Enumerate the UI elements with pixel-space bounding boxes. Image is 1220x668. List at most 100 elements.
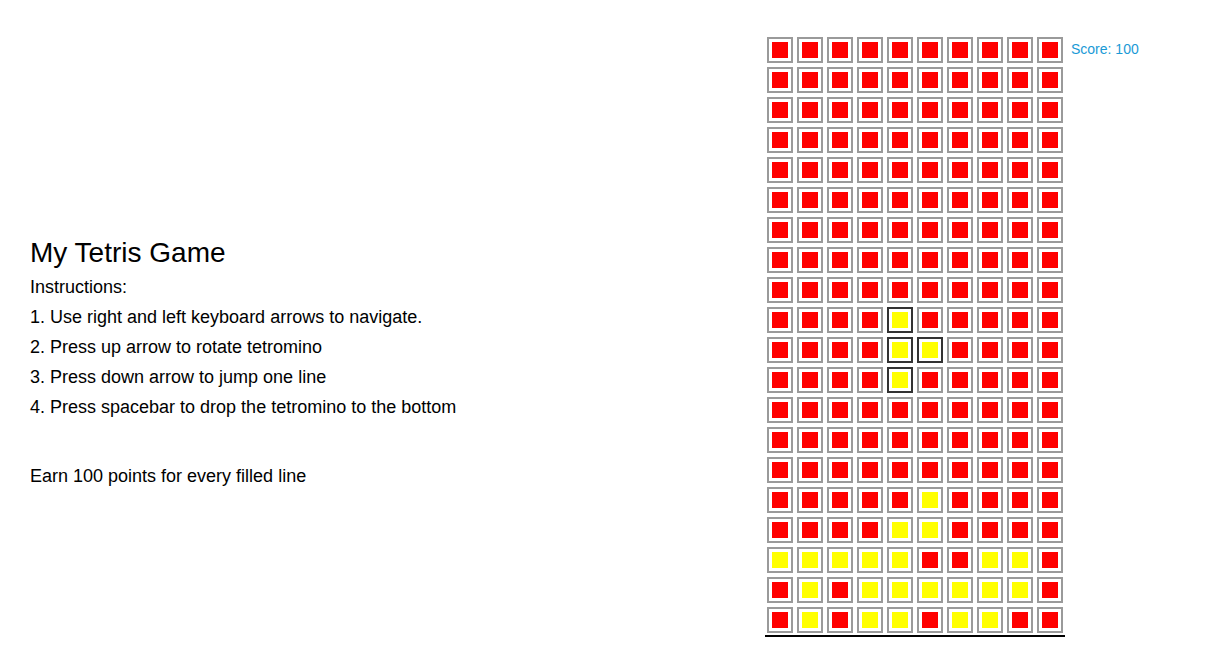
board-cell <box>917 187 943 213</box>
board-cell <box>1037 397 1063 423</box>
board-cell <box>947 577 973 603</box>
cell-fill <box>772 42 788 58</box>
instructions-heading: Instructions: <box>30 272 765 302</box>
board-cell <box>1007 397 1033 423</box>
board-cell <box>947 397 973 423</box>
board-cell <box>887 157 913 183</box>
cell-fill <box>952 402 968 418</box>
cell-fill <box>1042 582 1058 598</box>
cell-fill <box>1012 612 1028 628</box>
board-cell <box>827 547 853 573</box>
board-cell <box>767 577 793 603</box>
board-cell <box>827 187 853 213</box>
game-board[interactable] <box>765 35 1065 637</box>
board-cell <box>1037 457 1063 483</box>
cell-fill <box>1012 132 1028 148</box>
board-cell <box>827 127 853 153</box>
cell-fill <box>1012 372 1028 388</box>
cell-fill <box>982 282 998 298</box>
board-cell <box>1007 547 1033 573</box>
cell-fill <box>1042 492 1058 508</box>
cell-fill <box>832 162 848 178</box>
board-cell <box>977 157 1003 183</box>
cell-fill <box>1042 222 1058 238</box>
board-row <box>765 605 1065 635</box>
cell-fill <box>802 132 818 148</box>
cell-fill <box>982 582 998 598</box>
cell-fill <box>982 72 998 88</box>
cell-fill <box>1042 72 1058 88</box>
board-cell <box>947 607 973 633</box>
board-cell <box>827 487 853 513</box>
cell-fill <box>922 552 938 568</box>
cell-fill <box>982 132 998 148</box>
board-row <box>765 515 1065 545</box>
board-cell <box>1037 187 1063 213</box>
board-cell <box>947 487 973 513</box>
cell-fill <box>862 522 878 538</box>
cell-fill <box>1042 312 1058 328</box>
cell-fill <box>892 102 908 118</box>
cell-fill <box>802 462 818 478</box>
board-cell <box>977 607 1003 633</box>
cell-fill <box>982 102 998 118</box>
cell-fill <box>922 522 938 538</box>
board-cell <box>767 307 793 333</box>
board-row <box>765 365 1065 395</box>
board-cell <box>887 217 913 243</box>
board-cell <box>1037 307 1063 333</box>
cell-fill <box>982 612 998 628</box>
board-cell <box>1007 187 1033 213</box>
cell-fill <box>982 162 998 178</box>
board-cell <box>767 397 793 423</box>
board-cell <box>827 607 853 633</box>
cell-fill <box>952 252 968 268</box>
cell-fill <box>772 102 788 118</box>
board-cell <box>1007 577 1033 603</box>
cell-fill <box>832 342 848 358</box>
cell-fill <box>772 192 788 208</box>
board-cell <box>827 307 853 333</box>
cell-fill <box>862 132 878 148</box>
cell-fill <box>922 222 938 238</box>
cell-fill <box>1042 162 1058 178</box>
board-cell <box>947 427 973 453</box>
cell-fill <box>1012 282 1028 298</box>
board-cell <box>1007 337 1033 363</box>
board-cell <box>1037 577 1063 603</box>
cell-fill <box>862 492 878 508</box>
board-cell <box>1037 157 1063 183</box>
board-cell <box>857 307 883 333</box>
cell-fill <box>862 192 878 208</box>
board-cell <box>947 37 973 63</box>
board-cell <box>947 187 973 213</box>
board-cell <box>797 487 823 513</box>
cell-fill <box>892 162 908 178</box>
board-cell <box>977 577 1003 603</box>
instruction-line: 2. Press up arrow to rotate tetromino <box>30 332 765 362</box>
cell-fill <box>1042 102 1058 118</box>
board-row <box>765 125 1065 155</box>
board-cell <box>1037 547 1063 573</box>
cell-fill <box>802 72 818 88</box>
board-cell <box>887 97 913 123</box>
instruction-line: 1. Use right and left keyboard arrows to… <box>30 302 765 332</box>
board-cell <box>917 517 943 543</box>
cell-fill <box>862 582 878 598</box>
board-cell <box>857 397 883 423</box>
board-cell <box>827 277 853 303</box>
cell-fill <box>922 432 938 448</box>
board-cell <box>857 277 883 303</box>
cell-fill <box>1042 132 1058 148</box>
cell-fill <box>802 492 818 508</box>
board-cell <box>857 517 883 543</box>
cell-fill <box>922 102 938 118</box>
board-cell <box>947 157 973 183</box>
cell-fill <box>922 372 938 388</box>
board-cell <box>947 97 973 123</box>
cell-fill <box>952 342 968 358</box>
cell-fill <box>1012 222 1028 238</box>
cell-fill <box>802 252 818 268</box>
cell-fill <box>952 42 968 58</box>
cell-fill <box>772 162 788 178</box>
